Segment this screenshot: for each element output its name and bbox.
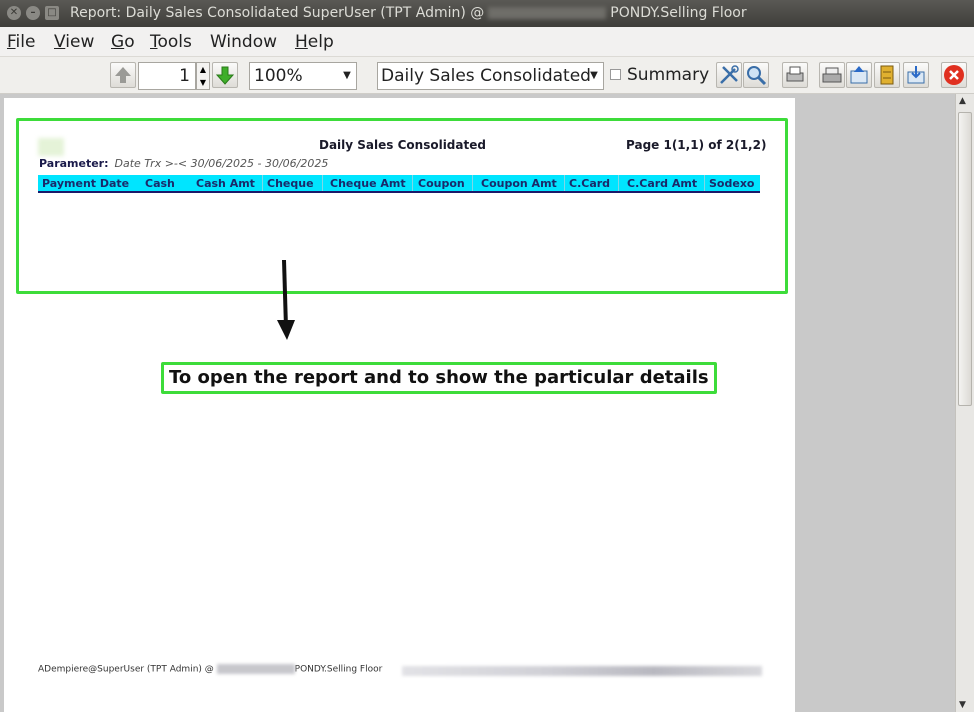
export-button[interactable] [846, 62, 872, 88]
redacted-host [488, 7, 607, 19]
annotation-callout: To open the report and to show the parti… [161, 362, 717, 394]
column-divider [262, 175, 263, 191]
print-preview-button[interactable] [819, 62, 845, 88]
menu-label: elp [307, 32, 334, 52]
menu-label: o [124, 32, 135, 52]
send-mail-button[interactable] [903, 62, 929, 88]
menu-mnemonic: G [111, 32, 125, 52]
printer-icon [786, 66, 804, 82]
menu-window[interactable]: Window [210, 32, 277, 52]
report-select[interactable]: Daily Sales Consolidated ▼ [377, 62, 604, 90]
scroll-down-icon[interactable]: ▼ [959, 700, 966, 710]
column-header[interactable]: Coupon [418, 177, 465, 190]
menu-label: ools [157, 32, 192, 52]
page-info: Page 1(1,1) of 2(1,2) [626, 138, 767, 152]
zoom-value: 100% [254, 66, 303, 86]
next-page-button[interactable] [212, 62, 238, 88]
column-divider [618, 175, 619, 191]
report-page: Daily Sales Consolidated Page 1(1,1) of … [4, 98, 795, 712]
mail-icon [907, 66, 925, 84]
print-button[interactable] [782, 62, 808, 88]
previous-page-button[interactable] [110, 62, 136, 88]
chevron-down-icon: ▼ [590, 70, 598, 81]
menu-label: Window [210, 32, 278, 52]
column-header[interactable]: Cheque Amt [330, 177, 406, 190]
report-footer: ADempiere@SuperUser (TPT Admin) @ PONDY.… [38, 664, 382, 675]
chevron-down-icon: ▼ [343, 70, 351, 81]
menu-mnemonic: V [54, 32, 66, 52]
parameter-label: Parameter: [39, 157, 109, 170]
close-report-button[interactable] [941, 62, 967, 88]
menu-tools[interactable]: Tools [150, 32, 192, 52]
vertical-scrollbar[interactable]: ▲ ▼ [955, 94, 974, 712]
page-number-value: 1 [179, 66, 190, 86]
arrow-up-icon [115, 67, 131, 83]
maximize-window-button[interactable]: □ [45, 6, 59, 20]
menu-label: iew [65, 32, 95, 52]
footer-prefix: ADempiere@SuperUser (TPT Admin) @ [38, 664, 214, 675]
column-header[interactable]: C.Card Amt [627, 177, 697, 190]
toolbar: 1 ▲ ▼ 100% ▼ Daily Sales Consolidated ▼ … [0, 57, 974, 94]
company-logo [38, 138, 64, 156]
menu-label: ile [15, 32, 36, 52]
title-bar: ✕ – □ Report: Daily Sales Consolidated S… [0, 0, 974, 27]
column-divider [472, 175, 473, 191]
menu-help[interactable]: Help [295, 32, 334, 52]
window-title: Report: Daily Sales Consolidated SuperUs… [70, 5, 747, 21]
redacted-footer-info [402, 666, 762, 676]
scroll-up-icon[interactable]: ▲ [959, 96, 966, 106]
menu-bar: File View Go Tools Window Help [0, 27, 974, 57]
spinner-down-icon[interactable]: ▼ [197, 76, 209, 89]
find-button[interactable] [743, 62, 769, 88]
close-icon [944, 65, 964, 85]
parameter-row: Parameter: Date Trx >-< 30/06/2025 - 30/0… [39, 157, 328, 170]
column-header[interactable]: Cheque [267, 177, 314, 190]
redacted-host [216, 664, 295, 674]
report-select-value: Daily Sales Consolidated [381, 66, 591, 86]
archive-icon [880, 65, 894, 85]
menu-go[interactable]: Go [111, 32, 135, 52]
column-divider [704, 175, 705, 191]
annotation-arrow [277, 259, 295, 340]
minimize-window-button[interactable]: – [26, 6, 40, 20]
menu-mnemonic: H [295, 32, 308, 52]
column-header[interactable]: Sodexo [709, 177, 754, 190]
search-icon [747, 66, 767, 86]
report-title: Daily Sales Consolidated [319, 138, 486, 152]
print-setup-icon [822, 67, 842, 83]
column-divider [412, 175, 413, 191]
column-header[interactable]: Cash Amt [196, 177, 255, 190]
scrollbar-thumb[interactable] [958, 112, 972, 406]
window-title-prefix: Report: Daily Sales Consolidated SuperUs… [70, 5, 485, 21]
menu-view[interactable]: View [54, 32, 94, 52]
customize-report-button[interactable] [716, 62, 742, 88]
column-header[interactable]: Cash [145, 177, 175, 190]
parameter-value: Date Trx >-< 30/06/2025 - 30/06/2025 [114, 157, 329, 170]
arrow-down-icon [215, 66, 235, 85]
page-number-input[interactable]: 1 [138, 62, 196, 90]
zoom-select[interactable]: 100% ▼ [249, 62, 357, 90]
archive-button[interactable] [874, 62, 900, 88]
menu-mnemonic: T [150, 32, 158, 52]
column-divider [564, 175, 565, 191]
column-header[interactable]: Payment Date [42, 177, 129, 190]
summary-checkbox[interactable] [610, 69, 621, 80]
column-divider [322, 175, 323, 191]
column-header[interactable]: Coupon Amt [481, 177, 557, 190]
close-window-button[interactable]: ✕ [7, 6, 21, 20]
menu-file[interactable]: File [7, 32, 35, 52]
summary-label: Summary [627, 65, 710, 85]
footer-suffix: PONDY.Selling Floor [294, 664, 383, 675]
column-header-row: Payment Date Cash Cash Amt Cheque Cheque… [38, 175, 760, 193]
page-spinner[interactable]: ▲ ▼ [196, 62, 210, 90]
report-viewer: Daily Sales Consolidated Page 1(1,1) of … [0, 94, 955, 712]
menu-mnemonic: F [7, 32, 16, 52]
tools-icon [720, 65, 739, 84]
window-title-suffix: PONDY.Selling Floor [610, 5, 747, 21]
spinner-up-icon[interactable]: ▲ [197, 63, 209, 76]
export-icon [850, 66, 868, 84]
column-header[interactable]: C.Card [569, 177, 610, 190]
